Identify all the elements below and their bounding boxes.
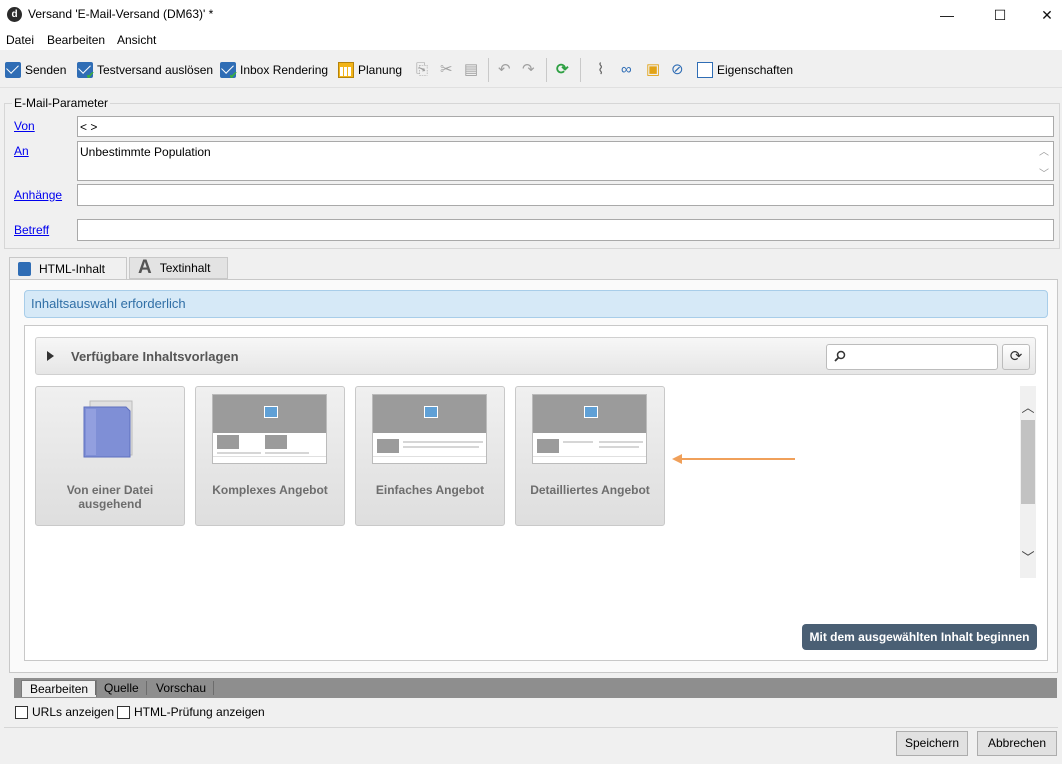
template-card-complex-offer[interactable]: Komplexes Angebot: [195, 386, 345, 526]
template-card-simple-offer[interactable]: Einfaches Angebot: [355, 386, 505, 526]
scroll-down-icon[interactable]: ﹀: [1020, 550, 1036, 566]
test-send-label: Testversand auslösen: [97, 63, 214, 77]
send-button[interactable]: Senden: [5, 61, 66, 79]
window-title: Versand 'E-Mail-Versand (DM63)' *: [28, 7, 214, 21]
menu-bearbeiten[interactable]: Bearbeiten: [47, 33, 105, 47]
show-urls-checkbox[interactable]: URLs anzeigen: [15, 705, 114, 719]
cancel-button[interactable]: Abbrechen: [977, 731, 1057, 756]
subject-link[interactable]: Betreff: [14, 223, 49, 237]
app-logo-icon: d: [7, 7, 22, 22]
planning-label: Planung: [358, 63, 403, 77]
subject-field[interactable]: [77, 219, 1054, 241]
scroll-up-icon[interactable]: ︿: [1020, 400, 1036, 416]
attachment-icon[interactable]: ⌇: [597, 61, 613, 79]
envelope-icon: [5, 62, 21, 78]
checkbox-box[interactable]: [117, 705, 130, 719]
template-refresh-button[interactable]: ⟳: [1002, 344, 1030, 370]
tab-html-label: HTML-Inhalt: [39, 261, 106, 276]
from-field[interactable]: < >: [77, 116, 1054, 137]
expand-triangle-icon[interactable]: [47, 351, 54, 361]
start-with-selected-content-button[interactable]: Mit dem ausgewählten Inhalt beginnen: [802, 624, 1037, 650]
show-urls-label: URLs anzeigen: [32, 705, 115, 719]
folder-icon: [83, 400, 133, 458]
template-card-label: Detailliertes Angebot: [530, 483, 650, 497]
info-bar: Inhaltsauswahl erforderlich: [24, 290, 1048, 318]
link-icon[interactable]: ∞: [621, 61, 637, 79]
maximize-button[interactable]: ☐: [977, 0, 1023, 30]
templates-title: Verfügbare Inhaltsvorlagen: [71, 349, 239, 364]
tab-text-label: Textinhalt: [159, 261, 211, 275]
attachments-field[interactable]: [77, 184, 1054, 206]
minimize-button[interactable]: —: [924, 0, 970, 30]
to-link[interactable]: An: [14, 144, 29, 158]
show-html-check-label: HTML-Prüfung anzeigen: [134, 705, 265, 719]
copy-icon[interactable]: ⎘: [416, 61, 432, 79]
attachments-link[interactable]: Anhänge: [14, 188, 62, 202]
refresh-icon: ⟳: [1009, 348, 1023, 365]
footer-divider: [4, 727, 1058, 728]
envelope-check-icon: [77, 62, 95, 82]
test-send-button[interactable]: Testversand auslösen: [77, 61, 214, 82]
to-value: Unbestimmte Population: [80, 145, 211, 159]
send-label: Senden: [25, 63, 67, 77]
refresh-icon[interactable]: ⟳: [556, 61, 572, 79]
tab-separator: [146, 681, 147, 695]
undo-icon[interactable]: ↶: [498, 61, 514, 79]
envelope-check-icon: [220, 62, 238, 82]
planning-button[interactable]: Planung: [338, 61, 402, 79]
show-html-check-checkbox[interactable]: HTML-Prüfung anzeigen: [117, 705, 265, 719]
template-thumbnail: [532, 394, 647, 464]
properties-button[interactable]: Eigenschaften: [697, 61, 793, 79]
search-icon: [834, 350, 846, 362]
toolbar-separator: [488, 58, 489, 82]
to-scroll-up-icon[interactable]: ︿: [1039, 143, 1049, 158]
paste-icon[interactable]: ▤: [464, 61, 480, 79]
template-card-label: Komplexes Angebot: [212, 483, 328, 497]
annotation-arrow-icon: [672, 454, 795, 464]
template-card-label: Von einer Datei ausgehend: [66, 483, 154, 511]
properties-label: Eigenschaften: [717, 63, 794, 77]
cut-icon[interactable]: ✂: [440, 61, 456, 79]
toolbar-separator: [546, 58, 547, 82]
tab-source[interactable]: Quelle: [96, 680, 147, 697]
checkbox-box[interactable]: [15, 705, 28, 719]
save-button[interactable]: Speichern: [896, 731, 968, 756]
calendar-icon: [338, 62, 354, 78]
template-thumbnail: [372, 394, 487, 464]
from-link[interactable]: Von: [14, 119, 35, 133]
toolbar-separator: [580, 58, 581, 82]
scrollbar-thumb[interactable]: [1021, 420, 1035, 504]
template-card-from-file[interactable]: Von einer Datei ausgehend: [35, 386, 185, 526]
template-thumbnail: [212, 394, 327, 464]
gift-icon[interactable]: ▣: [646, 61, 662, 79]
text-content-icon: A: [138, 257, 152, 278]
tab-preview[interactable]: Vorschau: [148, 680, 214, 697]
tracking-icon[interactable]: ⊘: [671, 61, 687, 79]
redo-icon[interactable]: ↷: [522, 61, 538, 79]
menu-datei[interactable]: Datei: [6, 33, 34, 47]
to-field[interactable]: Unbestimmte Population: [77, 141, 1054, 181]
tab-html-content[interactable]: HTML-Inhalt: [9, 257, 127, 279]
menu-ansicht[interactable]: Ansicht: [117, 33, 156, 47]
email-parameters-legend: E-Mail-Parameter: [12, 96, 111, 110]
tab-separator: [213, 681, 214, 695]
template-search-input[interactable]: [826, 344, 998, 370]
inbox-rendering-label: Inbox Rendering: [240, 63, 329, 77]
inbox-rendering-button[interactable]: Inbox Rendering: [220, 61, 329, 82]
template-card-label: Einfaches Angebot: [375, 483, 485, 497]
properties-icon: [697, 62, 713, 78]
menu-bar: [0, 30, 1062, 50]
tab-text-content[interactable]: A Textinhalt: [129, 257, 228, 279]
to-scroll-down-icon[interactable]: ﹀: [1039, 165, 1049, 180]
tab-edit[interactable]: Bearbeiten: [21, 680, 98, 697]
html-content-icon: [18, 261, 31, 276]
template-card-detailed-offer[interactable]: Detailliertes Angebot: [515, 386, 665, 526]
close-button[interactable]: ✕: [1024, 0, 1062, 30]
